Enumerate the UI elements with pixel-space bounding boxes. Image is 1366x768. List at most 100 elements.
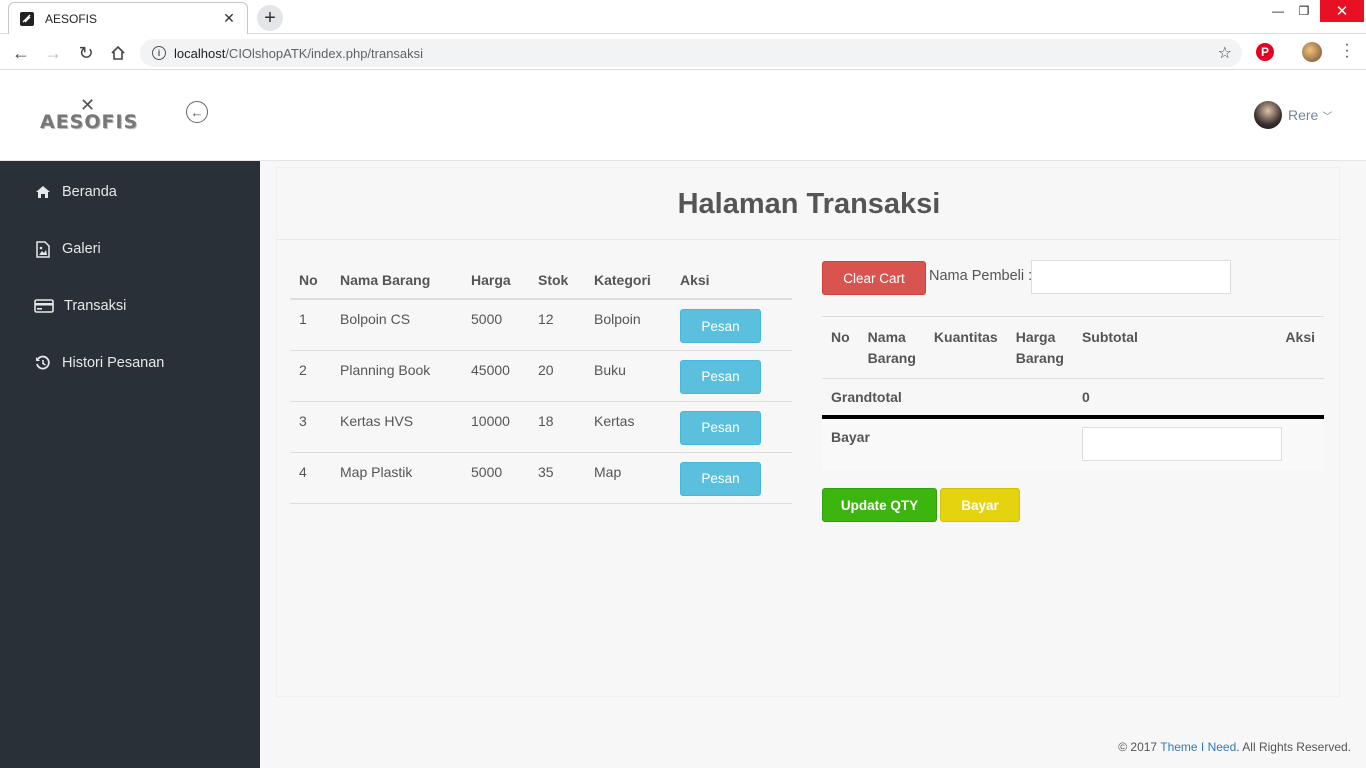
user-menu[interactable]: Rere ﹀	[1254, 101, 1332, 129]
pesan-button[interactable]: Pesan	[680, 410, 761, 445]
column-header: No	[822, 316, 859, 379]
bayar-button[interactable]: Bayar	[940, 488, 1020, 522]
sidebar: Beranda Galeri Transaksi Histori Pesanan	[0, 161, 260, 768]
chevron-down-icon: ﹀	[1322, 111, 1333, 123]
table-row: 2 Planning Book 45000 20 Buku Pesan	[290, 350, 792, 402]
history-icon	[34, 354, 52, 372]
table-row: 3 Kertas HVS 10000 18 Kertas Pesan	[290, 401, 792, 453]
sidebar-item-label: Transaksi	[64, 298, 127, 314]
back-arrow-icon[interactable]: ←	[9, 41, 33, 65]
cell-stok: 35	[529, 452, 585, 504]
table-row: 4 Map Plastik 5000 35 Map Pesan	[290, 452, 792, 504]
pinterest-extension-icon[interactable]: P	[1256, 43, 1274, 61]
column-header: Subtotal	[1072, 316, 1277, 379]
new-tab-button[interactable]: +	[257, 5, 283, 31]
page-favicon-icon	[20, 11, 34, 26]
cell-aksi: Pesan	[671, 350, 792, 402]
bookmark-star-icon[interactable]: ☆	[1218, 43, 1232, 63]
close-window-icon[interactable]: ✕	[1320, 0, 1364, 22]
nama-pembeli-label: Nama Pembeli :	[929, 268, 1033, 284]
cell-stok: 20	[529, 350, 585, 402]
cell-harga: 5000	[462, 452, 529, 504]
app-logo[interactable]: ✕ AESOFIS	[40, 95, 140, 133]
pesan-button[interactable]: Pesan	[680, 461, 761, 496]
title-divider	[277, 239, 1341, 240]
grandtotal-label: Grandtotal	[822, 378, 1073, 419]
browser-tabstrip: AESOFIS ✕ + — ❐ ✕	[0, 0, 1366, 34]
column-header: Harga Barang	[1006, 316, 1073, 379]
cell-no: 4	[290, 452, 331, 504]
cell-aksi: Pesan	[671, 299, 792, 351]
bayar-input[interactable]	[1081, 426, 1282, 461]
cell-nama: Kertas HVS	[331, 401, 462, 453]
bayar-cell	[1072, 416, 1324, 470]
pesan-button[interactable]: Pesan	[680, 359, 761, 394]
cell-nama: Map Plastik	[331, 452, 462, 504]
grandtotal-row: Grandtotal 0	[822, 378, 1324, 419]
browser-menu-icon[interactable]: · · ·	[1340, 37, 1354, 65]
avatar	[1254, 101, 1282, 129]
column-header: Aksi	[1276, 316, 1324, 379]
cell-no: 3	[290, 401, 331, 453]
cell-aksi: Pesan	[671, 452, 792, 504]
user-name: Rere	[1288, 107, 1319, 123]
site-info-icon[interactable]: i	[152, 46, 166, 60]
cell-harga: 5000	[462, 299, 529, 351]
cell-kategori: Kertas	[585, 401, 671, 453]
cell-stok: 18	[529, 401, 585, 453]
cell-harga: 10000	[462, 401, 529, 453]
footer: © 2017 Theme I Need. All Rights Reserved…	[1118, 740, 1351, 754]
home-icon	[34, 183, 52, 201]
table-header-row: No Nama Barang Harga Stok Kategori Aksi	[290, 261, 792, 300]
column-header: Nama Barang	[331, 261, 462, 300]
footer-prefix: © 2017	[1118, 740, 1161, 754]
forward-arrow-icon[interactable]: →	[41, 41, 65, 65]
cell-harga: 45000	[462, 350, 529, 402]
address-url: localhost/CIOlshopATK/index.php/transaks…	[174, 45, 424, 61]
cart-table: No Nama Barang Kuantitas Harga Barang Subt…	[822, 316, 1324, 470]
transaction-panel: Halaman Transaksi No Nama Barang Harga S…	[276, 167, 1341, 697]
footer-link[interactable]: Theme I Need	[1160, 740, 1236, 754]
product-table: No Nama Barang Harga Stok Kategori Aksi …	[290, 261, 792, 504]
nama-pembeli-input[interactable]	[1031, 260, 1231, 294]
sidebar-item-transaksi[interactable]: Transaksi	[34, 294, 126, 318]
tab-close-icon[interactable]: ✕	[221, 10, 237, 27]
tab-title: AESOFIS	[45, 11, 98, 26]
update-qty-button[interactable]: Update QTY	[822, 488, 937, 522]
column-header: Kategori	[585, 261, 671, 300]
cell-no: 1	[290, 299, 331, 351]
cell-no: 2	[290, 350, 331, 402]
cell-nama: Bolpoin CS	[331, 299, 462, 351]
sidebar-item-beranda[interactable]: Beranda	[34, 180, 117, 204]
table-header-row: No Nama Barang Kuantitas Harga Barang Subt…	[822, 316, 1324, 379]
cell-kategori: Bolpoin	[585, 299, 671, 351]
cell-kategori: Buku	[585, 350, 671, 402]
browser-toolbar: ← → ↻ i localhost/CIOlshopATK/index.php/…	[0, 35, 1366, 70]
app-header: ✕ AESOFIS ← Rere ﹀	[0, 71, 1366, 161]
pesan-button[interactable]: Pesan	[680, 309, 761, 343]
column-header: Nama Barang	[858, 316, 925, 379]
address-bar[interactable]: i localhost/CIOlshopATK/index.php/transa…	[140, 39, 1242, 67]
sidebar-toggle-arrow-icon[interactable]: ←	[186, 101, 208, 123]
browser-tab[interactable]: AESOFIS ✕	[8, 2, 248, 34]
sidebar-item-histori[interactable]: Histori Pesanan	[34, 351, 164, 375]
main-content: Halaman Transaksi No Nama Barang Harga S…	[260, 161, 1366, 768]
image-file-icon	[34, 240, 52, 258]
page-title: Halaman Transaksi	[677, 188, 941, 220]
cell-nama: Planning Book	[331, 350, 462, 402]
cell-stok: 12	[529, 299, 585, 351]
browser-profile-avatar[interactable]	[1302, 42, 1322, 62]
reload-icon[interactable]: ↻	[74, 41, 98, 65]
table-row: 1 Bolpoin CS 5000 12 Bolpoin Pesan	[290, 299, 792, 351]
restore-window-icon[interactable]: ❐	[1288, 0, 1320, 22]
cell-aksi: Pesan	[671, 401, 792, 453]
sidebar-item-galeri[interactable]: Galeri	[34, 237, 101, 261]
footer-suffix: . All Rights Reserved.	[1236, 740, 1351, 754]
sidebar-item-label: Beranda	[62, 184, 117, 200]
column-header: Harga	[462, 261, 529, 300]
clear-cart-button[interactable]: Clear Cart	[822, 261, 926, 295]
credit-card-icon	[34, 297, 54, 315]
column-header: Kuantitas	[924, 316, 1007, 379]
home-page-icon[interactable]	[106, 41, 130, 65]
bayar-label: Bayar	[822, 416, 1073, 470]
